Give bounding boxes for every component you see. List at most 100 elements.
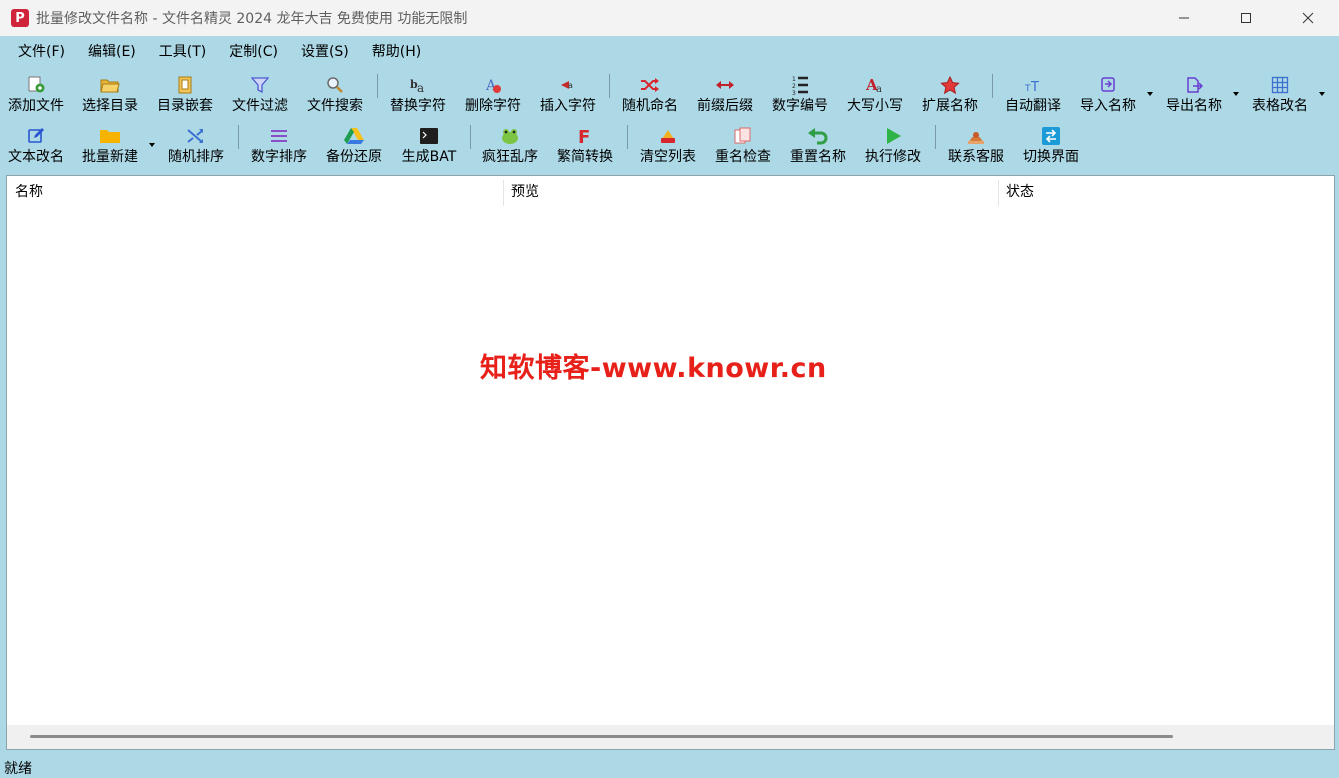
toolbar-separator (238, 125, 239, 149)
table-icon (1271, 74, 1289, 96)
switch-ui-button[interactable]: 切换界面 (1019, 119, 1083, 169)
nested-folder-button[interactable]: 目录嵌套 (153, 68, 217, 118)
column-header-preview[interactable]: 预览 (503, 176, 998, 208)
batch-create-dropdown-arrow-icon[interactable] (149, 143, 155, 147)
batch-create-button[interactable]: 批量新建 (78, 119, 142, 169)
duplicate-check-button[interactable]: 重名检查 (711, 119, 775, 169)
table-dropdown-arrow-icon[interactable] (1319, 92, 1325, 96)
export-icon (1185, 74, 1203, 96)
title-bar: P 批量修改文件名称 - 文件名精灵 2024 龙年大吉 免费使用 功能无限制 (0, 0, 1339, 36)
clear-list-button[interactable]: 清空列表 (636, 119, 700, 169)
drive-icon (344, 125, 364, 147)
app-logo-icon: P (11, 9, 29, 27)
import-names-button[interactable]: 导入名称 (1076, 68, 1140, 118)
maximize-button[interactable] (1215, 0, 1277, 36)
status-text: 就绪 (4, 761, 32, 777)
random-sort-icon (186, 125, 206, 147)
generate-bat-button[interactable]: 生成BAT (397, 119, 461, 169)
column-header-status[interactable]: 状态 (998, 176, 1328, 208)
letter-case-icon: Aa (865, 74, 885, 96)
nested-folder-icon (176, 74, 194, 96)
frog-icon (500, 125, 520, 147)
extension-button[interactable]: 扩展名称 (918, 68, 982, 118)
toolbar-separator (609, 74, 610, 98)
menu-settings[interactable]: 设置(S) (291, 36, 359, 68)
switch-icon (1041, 125, 1061, 147)
list-header: 名称 预览 状态 (7, 176, 1334, 208)
arrows-horizontal-icon (715, 74, 735, 96)
maximize-icon (1241, 13, 1251, 23)
replace-text-button[interactable]: ba 替换字符 (386, 68, 450, 118)
toolbar-separator (935, 125, 936, 149)
export-names-button[interactable]: 导出名称 (1162, 68, 1226, 118)
search-icon (326, 74, 344, 96)
svg-text:1: 1 (792, 76, 796, 83)
random-sort-button[interactable]: 随机排序 (164, 119, 228, 169)
prefix-suffix-button[interactable]: 前缀后缀 (693, 68, 757, 118)
undo-icon (808, 125, 828, 147)
export-dropdown-arrow-icon[interactable] (1233, 92, 1239, 96)
filter-icon (251, 74, 269, 96)
select-folder-button[interactable]: 选择目录 (78, 68, 142, 118)
toolbar-separator (470, 125, 471, 149)
toolbar-separator (627, 125, 628, 149)
menu-customize[interactable]: 定制(C) (219, 36, 288, 68)
star-icon (940, 74, 960, 96)
shuffle-icon (640, 74, 660, 96)
file-search-button[interactable]: 文件搜索 (303, 68, 367, 118)
duplicate-icon (734, 125, 752, 147)
column-header-name[interactable]: 名称 (7, 176, 503, 208)
svg-text:a: a (417, 81, 424, 94)
eraser-icon (658, 125, 678, 147)
number-sequence-button[interactable]: 123 数字编号 (768, 68, 832, 118)
contact-support-button[interactable]: 联系客服 (944, 119, 1008, 169)
text-rename-button[interactable]: 文本改名 (4, 119, 68, 169)
scrollbar-thumb[interactable] (30, 735, 1173, 738)
auto-translate-button[interactable]: TT 自动翻译 (1001, 68, 1065, 118)
menu-tools[interactable]: 工具(T) (149, 36, 216, 68)
menu-file[interactable]: 文件(F) (8, 36, 75, 68)
add-file-button[interactable]: 添加文件 (4, 68, 68, 118)
svg-text:2: 2 (792, 83, 796, 90)
number-sort-button[interactable]: 数字排序 (247, 119, 311, 169)
translate-icon: TT (1023, 74, 1043, 96)
import-icon (1099, 74, 1117, 96)
import-dropdown-arrow-icon[interactable] (1147, 92, 1153, 96)
toolbar-row-2: 文本改名 批量新建 随机排序 数字排序 备份还原 生成BAT 疯狂乱序 F 繁简… (0, 119, 1339, 169)
toolbar-separator (377, 74, 378, 98)
execute-rename-button[interactable]: 执行修改 (861, 119, 925, 169)
letter-case-button[interactable]: Aa 大写小写 (843, 68, 907, 118)
random-rename-button[interactable]: 随机命名 (618, 68, 682, 118)
close-icon (1302, 12, 1314, 24)
minimize-button[interactable] (1153, 0, 1215, 36)
menu-edit[interactable]: 编辑(E) (78, 36, 146, 68)
svg-text:a: a (876, 84, 882, 94)
file-list[interactable]: 名称 预览 状态 知软博客-www.knowr.cn (6, 175, 1335, 750)
toolbar-separator (992, 74, 993, 98)
insert-text-button[interactable]: a 插入字符 (536, 68, 600, 118)
close-button[interactable] (1277, 0, 1339, 36)
traditional-simplified-button[interactable]: F 繁简转换 (553, 119, 617, 169)
horizontal-scrollbar[interactable] (7, 725, 1334, 749)
menu-bar: 文件(F) 编辑(E) 工具(T) 定制(C) 设置(S) 帮助(H) (0, 36, 1339, 68)
number-sort-icon (269, 125, 289, 147)
watermark-text: 知软博客-www.knowr.cn (480, 353, 827, 384)
window-title: 批量修改文件名称 - 文件名精灵 2024 龙年大吉 免费使用 功能无限制 (36, 11, 468, 27)
file-filter-button[interactable]: 文件过滤 (228, 68, 292, 118)
convert-f-icon: F (577, 125, 593, 147)
svg-text:F: F (578, 127, 590, 145)
minimize-icon (1179, 17, 1189, 19)
delete-text-button[interactable]: A 删除字符 (461, 68, 525, 118)
svg-text:3: 3 (792, 90, 796, 95)
backup-restore-button[interactable]: 备份还原 (322, 119, 386, 169)
crazy-shuffle-button[interactable]: 疯狂乱序 (478, 119, 542, 169)
support-icon (966, 125, 986, 147)
new-folder-icon (99, 125, 121, 147)
svg-text:a: a (568, 81, 573, 90)
table-rename-button[interactable]: 表格改名 (1248, 68, 1312, 118)
reset-names-button[interactable]: 重置名称 (786, 119, 850, 169)
svg-text:T: T (1024, 84, 1031, 94)
play-icon (884, 125, 902, 147)
menu-help[interactable]: 帮助(H) (362, 36, 431, 68)
toolbar-row-1: 添加文件 选择目录 目录嵌套 文件过滤 文件搜索 ba 替换字符 A 删除字符 … (0, 68, 1339, 118)
